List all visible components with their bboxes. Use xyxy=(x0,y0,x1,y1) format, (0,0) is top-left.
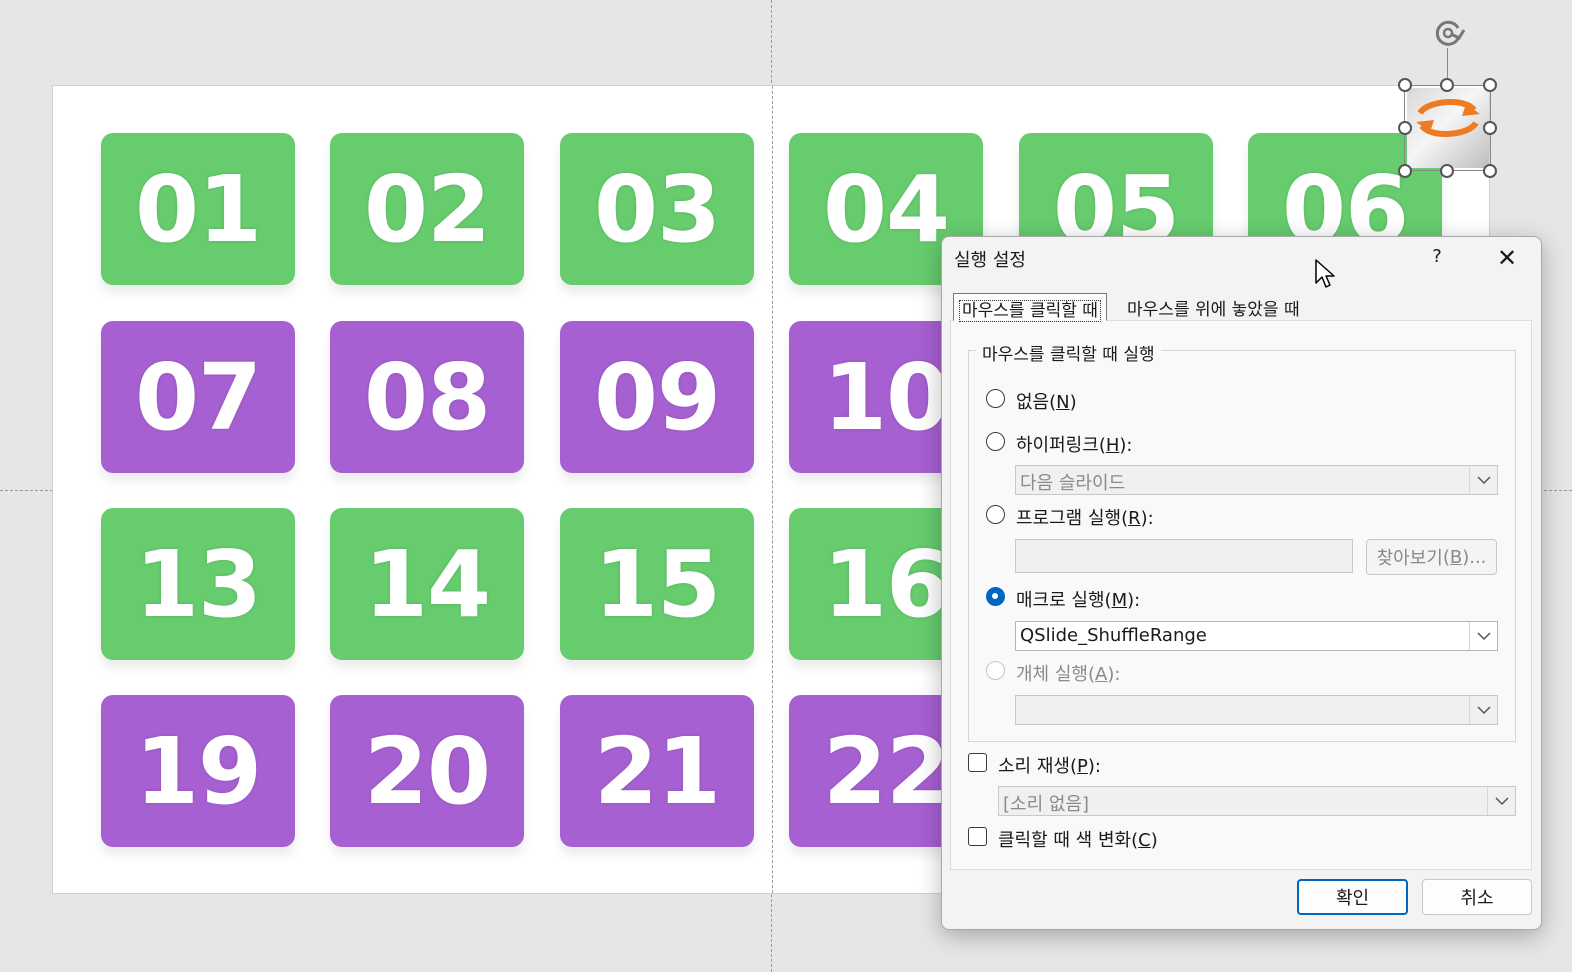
object-select xyxy=(1015,695,1498,725)
selection-box[interactable] xyxy=(1404,85,1491,171)
chevron-down-icon xyxy=(1469,696,1497,724)
sound-select: [소리 없음] xyxy=(998,786,1516,816)
resize-handle-e[interactable] xyxy=(1483,121,1497,135)
chevron-down-icon[interactable] xyxy=(1469,466,1497,494)
resize-handle-s[interactable] xyxy=(1440,164,1454,178)
help-button[interactable]: ? xyxy=(1426,246,1448,272)
highlight-checkbox[interactable] xyxy=(968,827,987,846)
number-tile[interactable]: 13 xyxy=(101,508,295,660)
macro-select[interactable]: QSlide_ShuffleRange xyxy=(1015,621,1498,651)
number-tile[interactable]: 01 xyxy=(101,133,295,285)
number-tile[interactable]: 03 xyxy=(560,133,754,285)
number-tile[interactable]: 14 xyxy=(330,508,524,660)
cancel-button[interactable]: 취소 xyxy=(1422,879,1532,915)
radio-macro[interactable] xyxy=(986,587,1005,606)
dialog-title: 실행 설정 xyxy=(954,250,1026,271)
sound-checkbox[interactable] xyxy=(968,753,987,772)
mouse-cursor-icon xyxy=(1315,259,1335,288)
radio-program[interactable] xyxy=(986,505,1005,524)
radio-hyperlink[interactable] xyxy=(986,432,1005,451)
radio-program-label[interactable]: 프로그램 실행(R): xyxy=(1016,504,1154,530)
radio-none-label[interactable]: 없음(N) xyxy=(1016,388,1077,414)
radio-hyperlink-label[interactable]: 하이퍼링크(H): xyxy=(1016,431,1132,457)
sound-checkbox-label[interactable]: 소리 재생(P): xyxy=(998,752,1101,778)
number-tile[interactable]: 08 xyxy=(330,321,524,473)
resize-handle-se[interactable] xyxy=(1483,164,1497,178)
resize-handle-n[interactable] xyxy=(1440,78,1454,92)
tab-mouse-over[interactable]: 마우스를 위에 놓았을 때 xyxy=(1122,293,1305,321)
resize-handle-ne[interactable] xyxy=(1483,78,1497,92)
radio-none[interactable] xyxy=(986,389,1005,408)
vertical-guide-line-over-slide xyxy=(772,86,773,893)
resize-handle-nw[interactable] xyxy=(1398,78,1412,92)
highlight-checkbox-label[interactable]: 클릭할 때 색 변화(C) xyxy=(998,826,1158,852)
number-tile[interactable]: 09 xyxy=(560,321,754,473)
radio-object-label: 개체 실행(A): xyxy=(1016,664,1121,685)
resize-handle-w[interactable] xyxy=(1398,121,1412,135)
action-settings-dialog: 실행 설정 ? ✕ 마우스를 클릭할 때 마우스를 위에 놓았을 때 마우스를 … xyxy=(941,236,1542,930)
hyperlink-select[interactable]: 다음 슬라이드 xyxy=(1015,465,1498,495)
number-tile[interactable]: 02 xyxy=(330,133,524,285)
ok-button[interactable]: 확인 xyxy=(1297,879,1408,915)
action-group-title: 마우스를 클릭할 때 실행 xyxy=(976,340,1161,365)
number-tile[interactable]: 20 xyxy=(330,695,524,847)
chevron-down-icon xyxy=(1487,787,1515,815)
program-path-input[interactable] xyxy=(1015,539,1353,573)
close-icon[interactable]: ✕ xyxy=(1494,245,1520,271)
radio-macro-label[interactable]: 매크로 실행(M): xyxy=(1016,586,1140,612)
radio-object xyxy=(986,661,1005,680)
number-tile[interactable]: 19 xyxy=(101,695,295,847)
number-tile[interactable]: 21 xyxy=(560,695,754,847)
number-tile[interactable]: 15 xyxy=(560,508,754,660)
tab-mouse-click[interactable]: 마우스를 클릭할 때 xyxy=(953,293,1107,322)
number-tile[interactable]: 07 xyxy=(101,321,295,473)
resize-handle-sw[interactable] xyxy=(1398,164,1412,178)
tab-mouse-click-label: 마우스를 클릭할 때 xyxy=(959,300,1101,322)
browse-button[interactable]: 찾아보기(B)... xyxy=(1366,539,1497,575)
rotate-handle-icon[interactable] xyxy=(1431,16,1465,50)
chevron-down-icon[interactable] xyxy=(1469,622,1497,650)
